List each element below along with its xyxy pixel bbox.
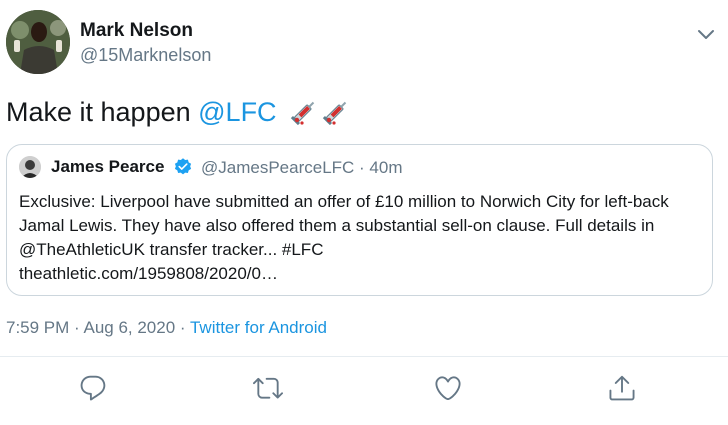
tweet-meta: 7:59 PM · Aug 6, 2020 · Twitter for Andr… bbox=[6, 318, 327, 338]
tweet-actions bbox=[0, 370, 728, 406]
reply-icon[interactable] bbox=[78, 373, 108, 403]
quoted-tweet[interactable]: James Pearce @JamesPearceLFC · 40m Exclu… bbox=[6, 144, 713, 296]
verified-badge-icon bbox=[173, 157, 193, 177]
tweet-text: Make it happen @LFC bbox=[6, 94, 352, 134]
quoted-author-name: James Pearce bbox=[51, 157, 165, 176]
quoted-tweet-text: Exclusive: Liverpool have submitted an o… bbox=[19, 192, 669, 259]
syringe-emoji-icon bbox=[290, 97, 320, 134]
mention-link[interactable]: @LFC bbox=[198, 97, 276, 127]
share-icon[interactable] bbox=[607, 373, 637, 403]
author-handle[interactable]: @15Marknelson bbox=[80, 45, 211, 66]
author-name[interactable]: Mark Nelson bbox=[80, 20, 193, 42]
divider bbox=[0, 356, 728, 357]
tweet-source-link[interactable]: Twitter for Android bbox=[190, 318, 327, 337]
tweet-timestamp[interactable]: 7:59 PM · Aug 6, 2020 · bbox=[6, 318, 190, 337]
retweet-icon[interactable] bbox=[253, 373, 283, 403]
tweet-author: Mark Nelson @15Marknelson bbox=[6, 10, 722, 74]
tweet-text-body: Make it happen bbox=[6, 97, 191, 127]
quoted-tweet-link[interactable]: theathletic.com/1959808/2020/0… bbox=[19, 264, 278, 283]
quoted-tweet-body: Exclusive: Liverpool have submitted an o… bbox=[19, 190, 709, 286]
tweet-detail: Mark Nelson @15Marknelson Make it happen… bbox=[0, 0, 728, 425]
like-icon[interactable] bbox=[433, 373, 463, 403]
quoted-avatar bbox=[19, 156, 41, 178]
syringe-emoji-icon bbox=[322, 97, 352, 134]
avatar-image bbox=[6, 10, 70, 74]
avatar[interactable] bbox=[6, 10, 70, 74]
quoted-author-handle: @JamesPearceLFC · 40m bbox=[201, 158, 403, 177]
chevron-down-icon[interactable] bbox=[694, 22, 718, 46]
